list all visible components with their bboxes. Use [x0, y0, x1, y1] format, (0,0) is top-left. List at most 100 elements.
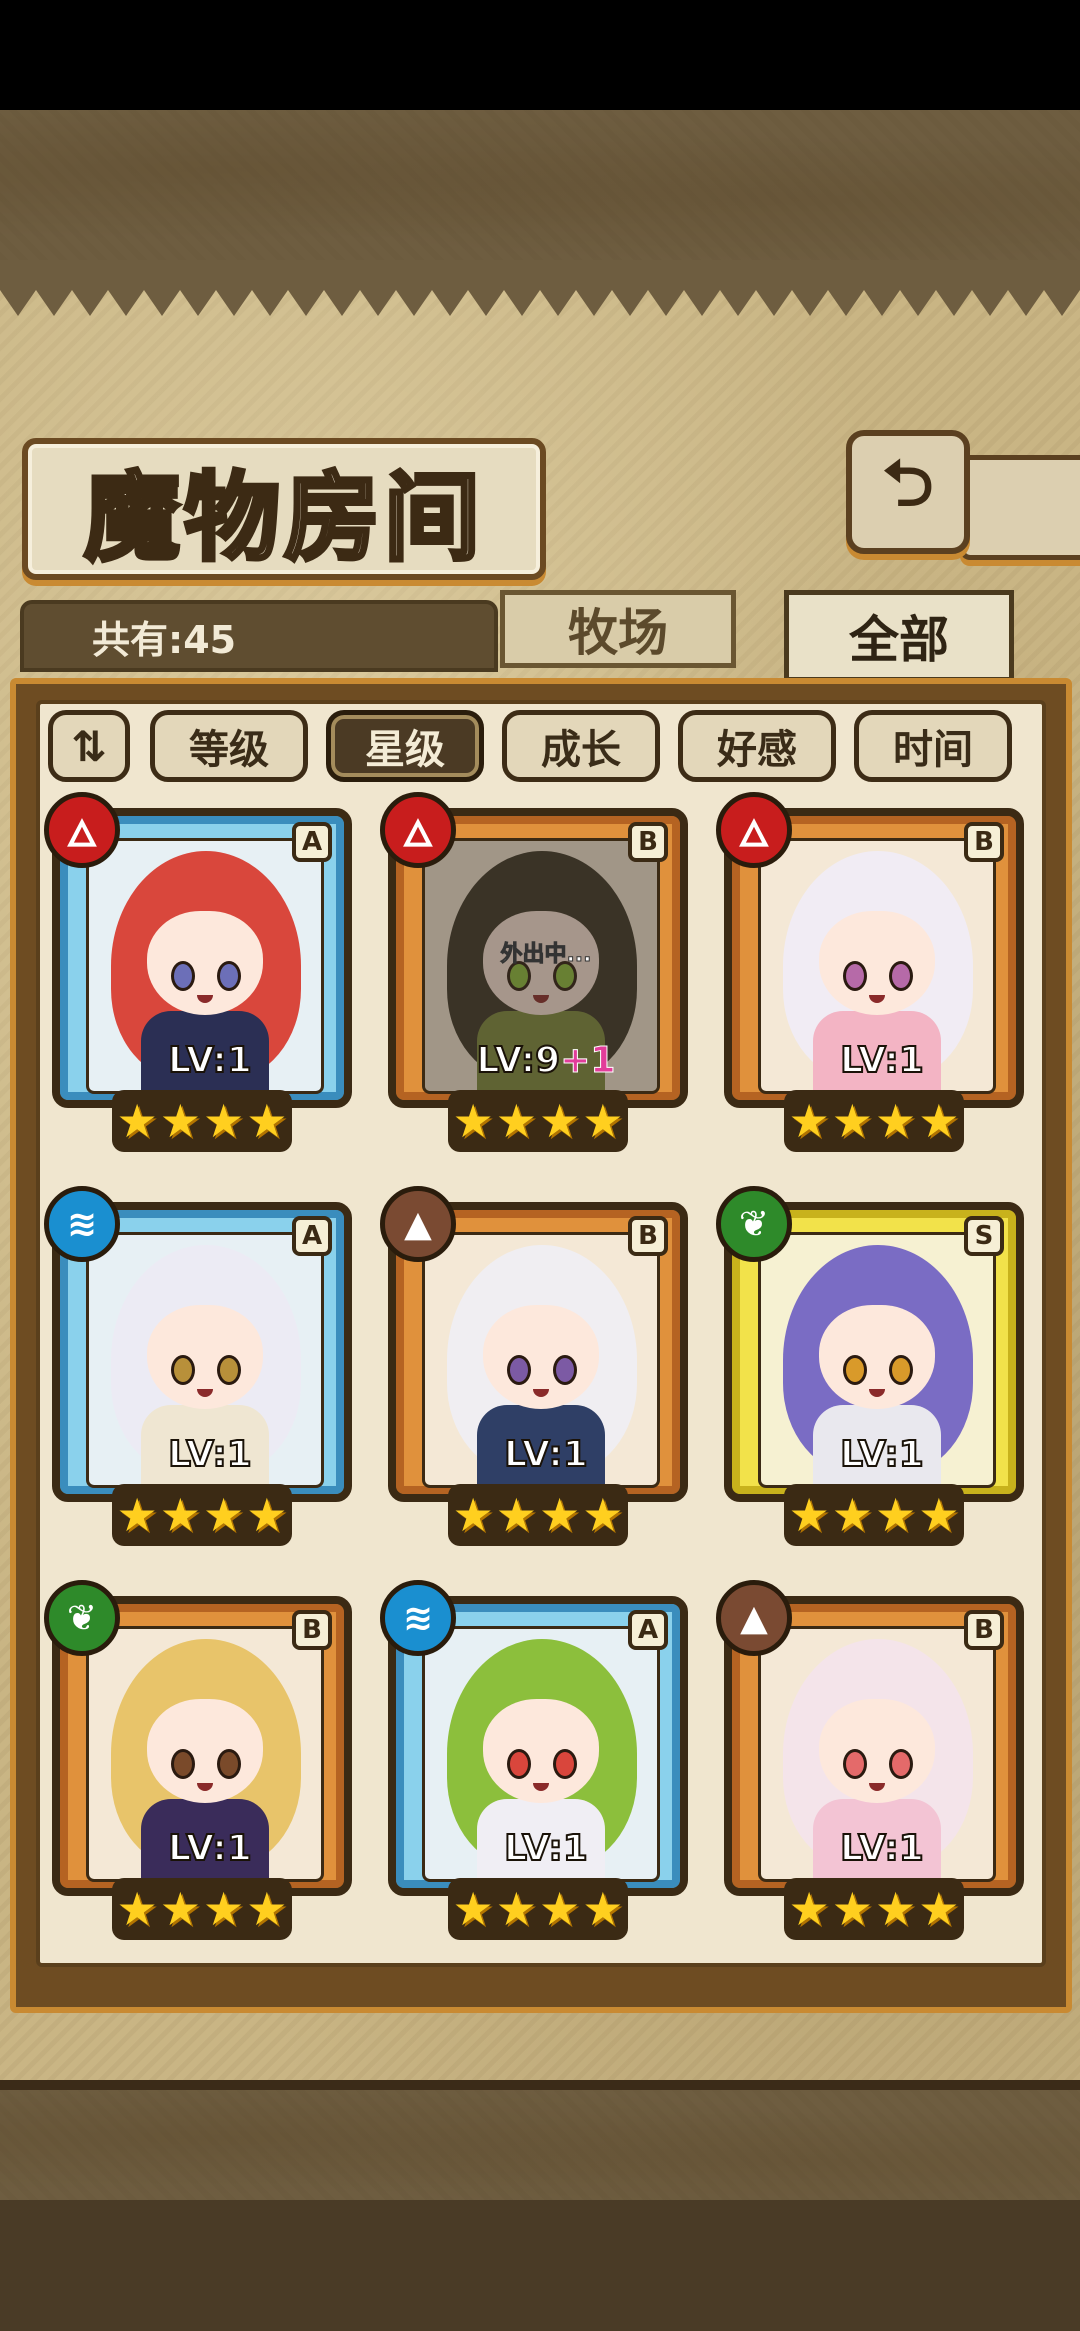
monster-level: LV:1: [732, 1433, 1032, 1476]
star-icon: ★: [831, 1488, 873, 1542]
star-icon: ★: [495, 1488, 537, 1542]
star-icon: ★: [159, 1488, 201, 1542]
tab-all-label: 全部: [849, 611, 949, 669]
monster-card[interactable]: LV:1 B ▲ ★ ★ ★ ★: [380, 1186, 688, 1552]
monster-card[interactable]: LV:1 B ❦ ★ ★ ★ ★: [44, 1580, 352, 1946]
rank-badge: B: [292, 1610, 332, 1650]
star-icon: ★: [831, 1094, 873, 1148]
monster-eye: [217, 1355, 241, 1385]
monster-face: [147, 1699, 263, 1803]
monster-face: [819, 911, 935, 1015]
monster-level-text: LV:1: [839, 1433, 925, 1476]
sort-star-button[interactable]: 星级: [326, 710, 484, 782]
monster-mouth: [533, 1389, 549, 1397]
star-icon: ★: [203, 1488, 245, 1542]
star-icon: ★: [203, 1094, 245, 1148]
monster-face: [147, 911, 263, 1015]
monster-mouth: [197, 995, 213, 1003]
monster-level-text: LV:1: [503, 1433, 589, 1476]
star-icon: ★: [788, 1488, 830, 1542]
sort-affinity-button[interactable]: 好感: [678, 710, 836, 782]
zigzag-edge: [0, 260, 1080, 316]
wind-element-icon: ❦: [44, 1580, 120, 1656]
star-rating: ★ ★ ★ ★: [448, 1090, 628, 1152]
monster-level: LV:1: [732, 1827, 1032, 1870]
star-icon: ★: [582, 1094, 624, 1148]
monster-level-text: LV:1: [167, 1827, 253, 1870]
rank-badge: B: [964, 1610, 1004, 1650]
monster-eye: [843, 1749, 867, 1779]
star-rating: ★ ★ ★ ★: [112, 1878, 292, 1940]
wind-element-icon: ❦: [716, 1186, 792, 1262]
monster-level-bonus: +1: [560, 1040, 616, 1082]
star-icon: ★: [495, 1094, 537, 1148]
monster-eye: [507, 1355, 531, 1385]
back-button-bar: [960, 455, 1080, 560]
star-icon: ★: [159, 1094, 201, 1148]
rank-badge: A: [628, 1610, 668, 1650]
star-icon: ★: [246, 1094, 288, 1148]
monster-level: LV:1: [60, 1433, 360, 1476]
monster-eye: [843, 961, 867, 991]
star-icon: ★: [452, 1488, 494, 1542]
monster-eye: [889, 961, 913, 991]
monster-mouth: [197, 1389, 213, 1397]
monster-level: LV:1: [60, 1827, 360, 1870]
monster-eye: [553, 1355, 577, 1385]
monster-card[interactable]: LV:1 S ❦ ★ ★ ★ ★: [716, 1186, 1024, 1552]
star-icon: ★: [875, 1488, 917, 1542]
page-title-plate: 魔物房间: [22, 438, 546, 580]
star-icon: ★: [495, 1882, 537, 1936]
map-background-bottom: [0, 2080, 1080, 2210]
star-icon: ★: [918, 1882, 960, 1936]
monster-level-text: LV:9: [476, 1039, 562, 1082]
monster-level: LV:1: [732, 1039, 1032, 1082]
count-bar: 共有:45: [20, 600, 498, 672]
tab-all[interactable]: 全部: [784, 590, 1014, 682]
star-rating: ★ ★ ★ ★: [448, 1484, 628, 1546]
fire-element-icon: 🜂: [716, 792, 792, 868]
rank-badge: B: [628, 1216, 668, 1256]
monster-card[interactable]: 外出中... LV:9+1 B 🜂 ★ ★ ★ ★: [380, 792, 688, 1158]
sort-time-button[interactable]: 时间: [854, 710, 1012, 782]
back-button[interactable]: ⮌: [846, 430, 970, 554]
tab-ranch-label: 牧场: [568, 604, 668, 662]
monster-count: 共有:45: [92, 617, 237, 662]
rank-badge: S: [964, 1216, 1004, 1256]
star-icon: ★: [582, 1882, 624, 1936]
monster-card[interactable]: LV:1 A ≋ ★ ★ ★ ★: [44, 1186, 352, 1552]
tab-ranch[interactable]: 牧场: [500, 590, 736, 668]
back-return-icon: ⮌: [882, 447, 934, 521]
monster-level: LV:9+1: [396, 1039, 696, 1082]
monster-card[interactable]: LV:1 B 🜂 ★ ★ ★ ★: [716, 792, 1024, 1158]
sort-growth-button[interactable]: 成长: [502, 710, 660, 782]
sort-level-button[interactable]: 等级: [150, 710, 308, 782]
monster-card[interactable]: LV:1 A ≋ ★ ★ ★ ★: [380, 1580, 688, 1946]
monster-mouth: [533, 1783, 549, 1791]
star-icon: ★: [582, 1488, 624, 1542]
monster-mouth: [869, 995, 885, 1003]
rank-badge: A: [292, 1216, 332, 1256]
monster-eye: [889, 1749, 913, 1779]
water-element-icon: ≋: [44, 1186, 120, 1262]
star-rating: ★ ★ ★ ★: [112, 1484, 292, 1546]
star-icon: ★: [116, 1094, 158, 1148]
star-icon: ★: [539, 1882, 581, 1936]
rank-badge: B: [628, 822, 668, 862]
star-icon: ★: [831, 1882, 873, 1936]
star-icon: ★: [918, 1488, 960, 1542]
monster-mouth: [869, 1783, 885, 1791]
monster-level-text: LV:1: [839, 1039, 925, 1082]
map-background-top: [0, 110, 1080, 270]
star-icon: ★: [788, 1882, 830, 1936]
star-rating: ★ ★ ★ ★: [784, 1090, 964, 1152]
sort-level-label: 等级: [189, 727, 269, 773]
sort-direction-button[interactable]: ⇅: [48, 710, 130, 782]
monster-card[interactable]: LV:1 A 🜂 ★ ★ ★ ★: [44, 792, 352, 1158]
monster-eye: [171, 1749, 195, 1779]
sort-time-label: 时间: [893, 727, 973, 773]
monster-level: LV:1: [396, 1827, 696, 1870]
star-rating: ★ ★ ★ ★: [784, 1878, 964, 1940]
star-icon: ★: [246, 1488, 288, 1542]
monster-card[interactable]: LV:1 B ▲ ★ ★ ★ ★: [716, 1580, 1024, 1946]
